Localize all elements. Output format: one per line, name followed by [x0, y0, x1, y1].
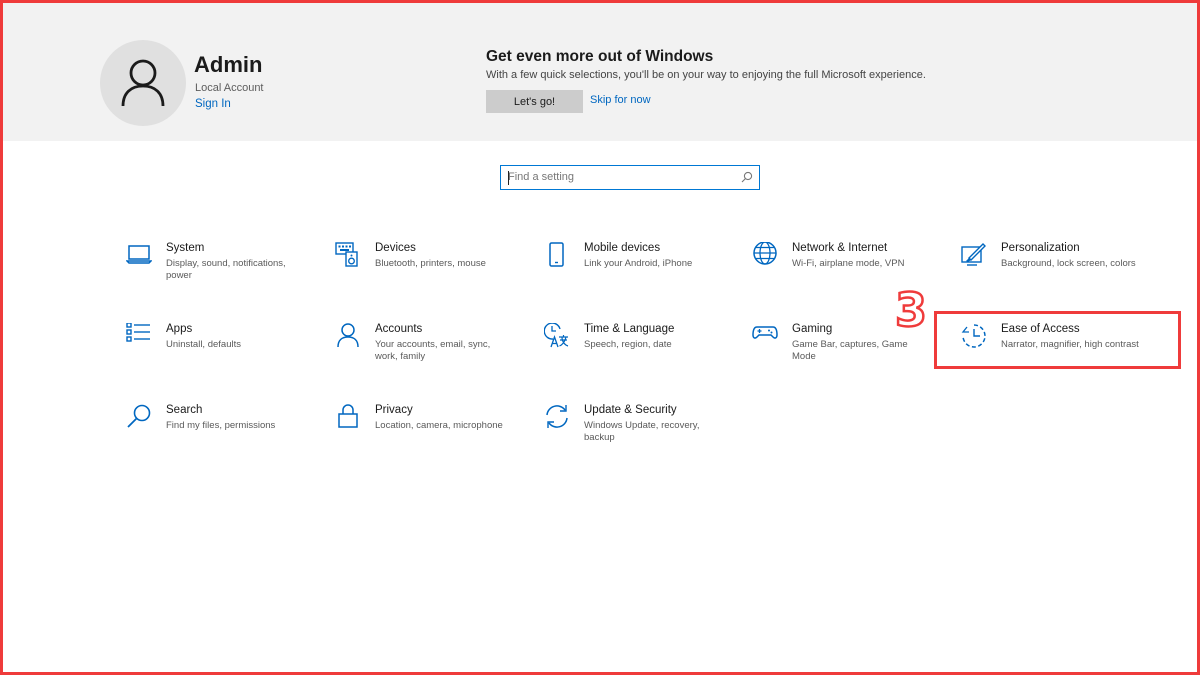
keyboard-speaker-icon [335, 242, 358, 267]
tile-description: Wi-Fi, airplane mode, VPN [792, 258, 905, 269]
promo-title: Get even more out of Windows [486, 48, 714, 65]
person-icon [337, 323, 359, 348]
tile-description: Display, sound, notifications, power [166, 258, 286, 281]
time-language-icon [544, 323, 569, 348]
promo-description: With a few quick selections, you'll be o… [486, 69, 926, 81]
user-name: Admin [194, 52, 263, 77]
search-icon[interactable] [741, 171, 753, 183]
gamepad-icon [752, 326, 778, 339]
tile-description: Bluetooth, printers, mouse [375, 258, 486, 269]
apps-list-icon [126, 323, 150, 342]
step-number: 3 [894, 283, 929, 338]
phone-icon [549, 242, 564, 267]
tile-description: Windows Update, recovery, backup [584, 420, 700, 443]
tile-title: Update & Security [584, 404, 677, 416]
tile-description: Your accounts, email, sync, work, family [375, 339, 491, 362]
text-caret [508, 171, 509, 185]
skip-for-now-link[interactable]: Skip for now [590, 94, 651, 106]
laptop-icon [126, 245, 152, 264]
paint-icon [961, 243, 986, 266]
account-type: Local Account [195, 82, 264, 94]
globe-icon [753, 242, 777, 265]
tile-title: Apps [166, 323, 193, 335]
tile-title: Accounts [375, 323, 423, 335]
sign-in-link[interactable]: Sign In [195, 98, 231, 110]
tile-description: Find my files, permissions [166, 420, 276, 431]
user-icon [121, 59, 165, 107]
tile-title: Privacy [375, 404, 413, 416]
tile-description: Background, lock screen, colors [1001, 258, 1136, 269]
lets-go-button[interactable]: Let's go! [486, 90, 583, 113]
tile-description: Speech, region, date [584, 339, 672, 350]
search-input[interactable] [508, 169, 728, 185]
tile-title: Devices [375, 242, 416, 254]
tile-title: Time & Language [584, 323, 675, 335]
sync-icon [546, 405, 568, 428]
avatar[interactable] [100, 40, 186, 126]
tile-description: Uninstall, defaults [166, 339, 241, 350]
search-icon [127, 404, 151, 428]
search-field[interactable] [500, 165, 760, 190]
tile-title: Network & Internet [792, 242, 888, 254]
lock-icon [338, 404, 358, 428]
tile-title: Personalization [1001, 242, 1080, 254]
tile-description: Link your Android, iPhone [584, 258, 693, 269]
tile-title: System [166, 242, 205, 254]
tile-description: Game Bar, captures, Game Mode [792, 339, 908, 362]
tile-description: Location, camera, microphone [375, 420, 503, 431]
tile-title: Search [166, 404, 203, 416]
tile-title: Gaming [792, 323, 833, 335]
tile-title: Mobile devices [584, 242, 661, 254]
highlight-box [934, 311, 1181, 369]
